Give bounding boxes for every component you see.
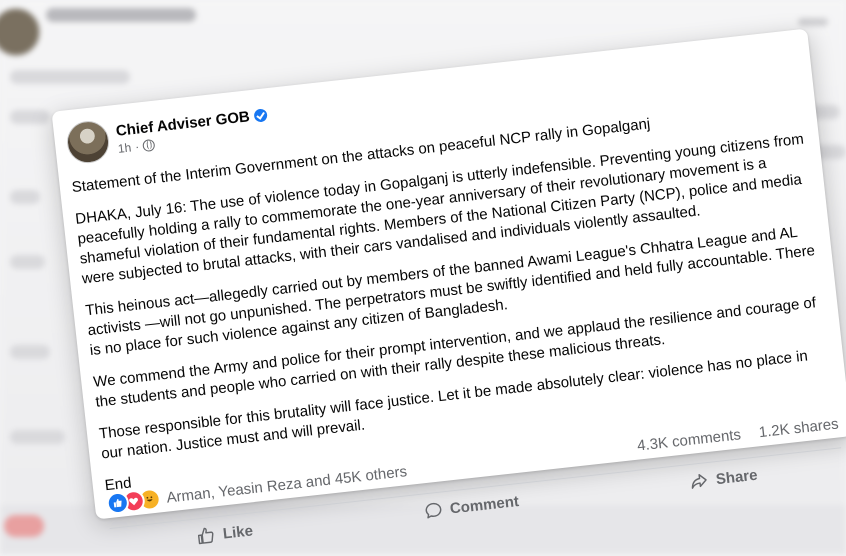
speech-bubble-icon <box>425 502 441 519</box>
background-text-line <box>10 255 45 269</box>
background-text-line <box>10 110 50 124</box>
background-text-line <box>10 70 130 84</box>
background-menu <box>798 18 828 26</box>
background-text-line <box>10 345 50 359</box>
post-header: Chief Adviser GOB 1h · <box>64 100 271 166</box>
share-arrow-icon <box>691 474 707 489</box>
like-label: Like <box>222 521 254 543</box>
background-reactions <box>4 515 44 537</box>
thumbs-up-icon <box>198 527 214 545</box>
verified-badge-icon <box>253 107 269 123</box>
background-text-line <box>10 190 40 204</box>
post-time[interactable]: 1h <box>117 140 132 155</box>
meta-separator: · <box>134 139 140 154</box>
share-count[interactable]: 1.2K shares <box>758 415 839 441</box>
globe-icon <box>142 138 156 152</box>
author-avatar[interactable] <box>64 118 112 166</box>
background-text-line <box>10 430 65 444</box>
post-card: Chief Adviser GOB 1h · Statement of the … <box>51 28 846 555</box>
author-info: Chief Adviser GOB 1h · <box>115 106 270 155</box>
background-avatar <box>0 8 40 56</box>
background-name <box>46 8 196 22</box>
